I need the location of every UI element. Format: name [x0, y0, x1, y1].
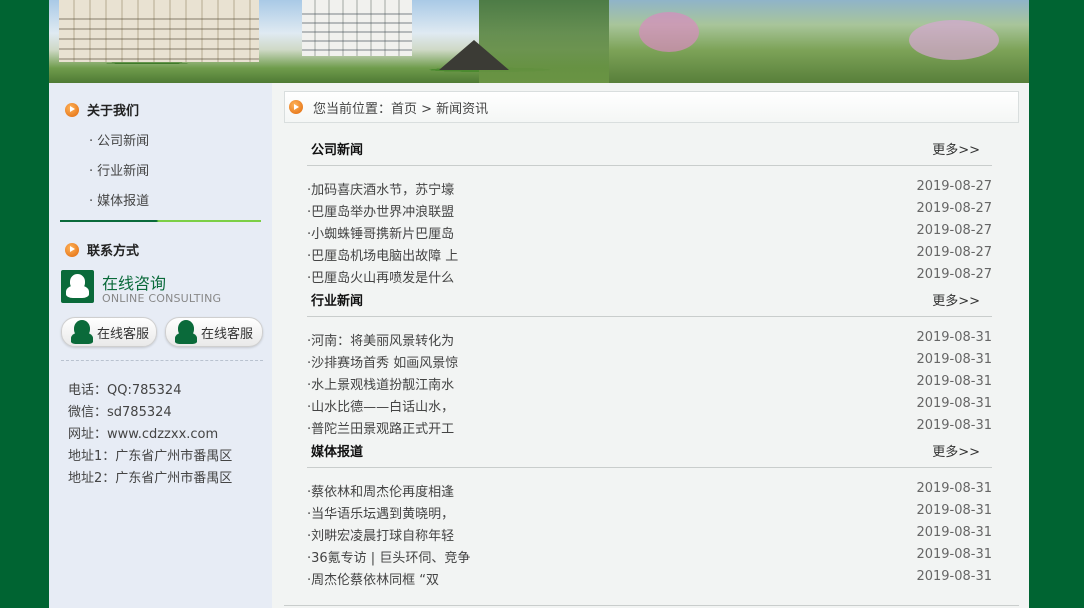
section-header: 媒体报道 更多>> — [307, 441, 992, 468]
bullet-dot: · — [89, 194, 94, 209]
contact-phone: 电话：QQ:785324 — [68, 383, 182, 398]
section-title: 媒体报道 — [311, 445, 364, 460]
news-item[interactable]: ·加码喜庆酒水节，苏宁壕 2019-08-27 — [307, 179, 992, 201]
news-item[interactable]: ·蔡依林和周杰伦再度相逢 2019-08-31 — [307, 481, 992, 503]
more-link[interactable]: 更多>> — [932, 290, 980, 309]
sidebar-item-industry-news[interactable]: · 行业新闻 — [89, 160, 149, 179]
news-item[interactable]: ·山水比德——白话山水， 2019-08-31 — [307, 396, 992, 418]
main-content: 您当前位置：首页 > 新闻资讯 公司新闻 更多>> ·加码喜庆酒水节，苏宁壕 20… — [272, 83, 1029, 608]
section-title: 公司新闻 — [311, 143, 364, 158]
more-link[interactable]: 更多>> — [932, 139, 980, 158]
orange-arrow-icon — [289, 100, 303, 114]
section-title: 行业新闻 — [311, 294, 364, 309]
company-news-section: 公司新闻 更多>> — [307, 139, 992, 166]
qq-service-button-2[interactable]: 在线客服 — [165, 317, 263, 347]
more-link[interactable]: 更多>> — [932, 441, 980, 460]
company-news-list: ·加码喜庆酒水节，苏宁壕 2019-08-27 ·巴厘岛举办世界冲浪联盟 2019-… — [307, 179, 992, 289]
contact-address-2: 地址2：广东省广州市番禺区 — [68, 471, 233, 486]
news-item[interactable]: ·小蜘蛛锤哥携新片巴厘岛 2019-08-27 — [307, 223, 992, 245]
news-item[interactable]: ·刘畊宏凌晨打球自称年轻 2019-08-31 — [307, 525, 992, 547]
industry-news-section: 行业新闻 更多>> — [307, 290, 992, 317]
orange-arrow-icon — [65, 242, 79, 257]
breadcrumb: 您当前位置：首页 > 新闻资讯 — [284, 91, 1019, 123]
online-consulting-block[interactable]: 在线咨询 ONLINE CONSULTING — [61, 270, 261, 306]
media-reports-list: ·蔡依林和周杰伦再度相逢 2019-08-31 ·当华语乐坛遇到黄晓明， 2019-… — [307, 481, 992, 591]
news-item[interactable]: ·沙排赛场首秀 如画风景惊 2019-08-31 — [307, 352, 992, 374]
industry-news-list: ·河南：将美丽风景转化为 2019-08-31 ·沙排赛场首秀 如画风景惊 2019… — [307, 330, 992, 440]
page-container: 关于我们 · 公司新闻 · 行业新闻 · 媒体报道 联系方式 在线咨询 ONLINE … — [49, 0, 1029, 608]
media-reports-section: 媒体报道 更多>> — [307, 441, 992, 468]
contact-wechat: 微信：sd785324 — [68, 405, 172, 420]
breadcrumb-text: 您当前位置：首页 > 新闻资讯 — [313, 101, 489, 117]
consult-title: 在线咨询 — [102, 274, 167, 293]
sidebar-item-company-news[interactable]: · 公司新闻 — [89, 130, 149, 149]
contact-address-1: 地址1：广东省广州市番禺区 — [68, 449, 233, 464]
news-item[interactable]: ·巴厘岛火山再喷发是什么 2019-08-27 — [307, 267, 992, 289]
qq-service-button-1[interactable]: 在线客服 — [61, 317, 157, 347]
sidebar-item-media-reports[interactable]: · 媒体报道 — [89, 190, 149, 209]
bullet-dot: · — [89, 134, 94, 149]
news-item[interactable]: ·巴厘岛举办世界冲浪联盟 2019-08-27 — [307, 201, 992, 223]
consult-subtitle: ONLINE CONSULTING — [102, 292, 222, 305]
news-item[interactable]: ·河南：将美丽风景转化为 2019-08-31 — [307, 330, 992, 352]
left-sidebar: 关于我们 · 公司新闻 · 行业新闻 · 媒体报道 联系方式 在线咨询 ONLINE … — [49, 83, 272, 608]
contact-website: 网址：www.cdzzxx.com — [68, 427, 219, 442]
contact-heading: 联系方式 — [65, 240, 139, 259]
sidebar-dashed-divider — [61, 360, 263, 361]
news-item[interactable]: ·巴厘岛机场电脑出故障 上 2019-08-27 — [307, 245, 992, 267]
orange-arrow-icon — [65, 102, 79, 117]
bullet-dot: · — [89, 164, 94, 179]
qq-penguin-icon — [61, 270, 94, 303]
content-bottom-divider — [284, 605, 1019, 606]
news-item[interactable]: ·水上景观栈道扮靓江南水 2019-08-31 — [307, 374, 992, 396]
qq-penguin-icon — [71, 320, 93, 344]
news-item[interactable]: ·周杰伦蔡依林同框 “双 2019-08-31 — [307, 569, 992, 591]
section-header: 公司新闻 更多>> — [307, 139, 992, 166]
sidebar-divider — [60, 220, 261, 222]
news-item[interactable]: ·36氪专访 | 巨头环伺、竞争 2019-08-31 — [307, 547, 992, 569]
section-header: 行业新闻 更多>> — [307, 290, 992, 317]
news-item[interactable]: ·当华语乐坛遇到黄晓明， 2019-08-31 — [307, 503, 992, 525]
qq-penguin-icon — [175, 320, 197, 344]
about-us-heading: 关于我们 — [65, 100, 139, 119]
header-banner-image — [49, 0, 1029, 83]
news-item[interactable]: ·普陀兰田景观路正式开工 2019-08-31 — [307, 418, 992, 440]
